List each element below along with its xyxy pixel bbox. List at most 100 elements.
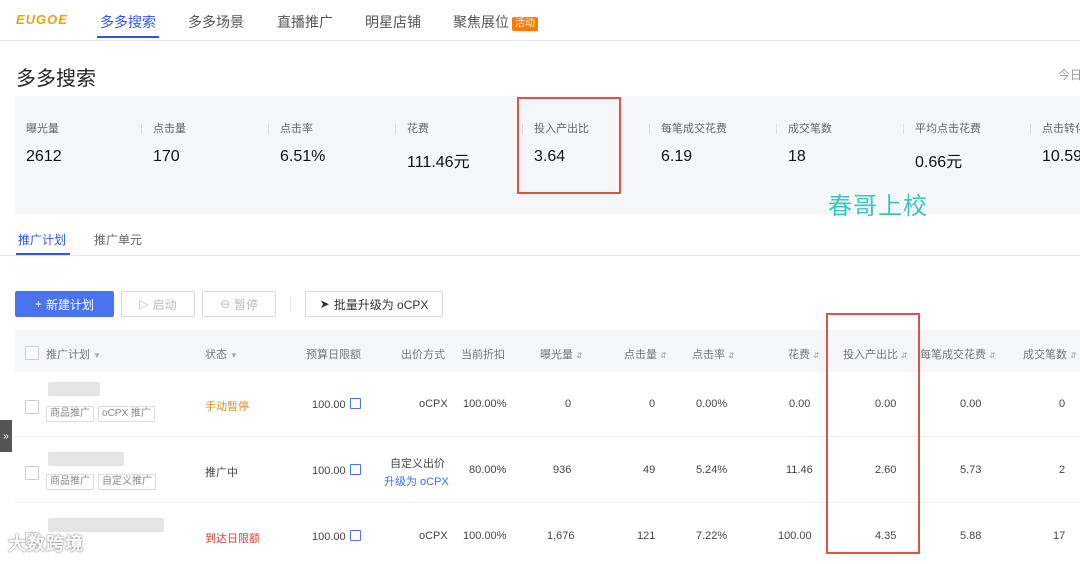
col-header-spend[interactable]: 花费 ⇵ xyxy=(788,346,820,362)
clicks: 121 xyxy=(637,530,656,542)
tag: 商品推广 xyxy=(46,406,94,422)
pause-label: 暂停 xyxy=(234,297,259,312)
budget-cell: 100.00 xyxy=(312,398,361,411)
edit-icon[interactable] xyxy=(349,398,361,409)
row-divider xyxy=(15,502,1080,503)
stat-spend: 花费 111.46元 xyxy=(407,120,470,172)
col-header-orders[interactable]: 成交笔数 ⇵ xyxy=(1023,346,1077,362)
col-header-budget: 预算日限额 xyxy=(306,349,361,361)
sort-icon[interactable]: ⇵ xyxy=(813,351,820,360)
discount: 100.00% xyxy=(463,530,507,542)
col-header-impressions[interactable]: 曝光量 ⇵ xyxy=(540,346,583,362)
filter-icon[interactable]: ▼ xyxy=(93,351,101,360)
divider xyxy=(1030,124,1031,134)
stat-label: 点击转化 xyxy=(1042,123,1080,135)
stat-value: 170 xyxy=(153,148,180,165)
budget-cell: 100.00 xyxy=(312,530,361,543)
stat-value: 6.19 xyxy=(661,148,693,165)
stat-value: 111.46元 xyxy=(407,154,470,171)
subtab-units[interactable]: 推广单元 xyxy=(94,231,142,248)
sort-icon[interactable]: ⇵ xyxy=(1070,351,1077,360)
plus-icon: + xyxy=(34,297,42,311)
batch-upgrade-ocpx-button[interactable]: ➤ 批量升级为 oCPX xyxy=(305,291,443,317)
cost-per-order: 5.73 xyxy=(960,464,982,476)
status-text: 到达日限额 xyxy=(205,533,260,545)
start-button[interactable]: ▷ 启动 xyxy=(121,291,195,317)
tag: 商品推广 xyxy=(46,474,94,490)
impressions: 1,676 xyxy=(547,530,575,542)
sort-icon[interactable]: ⇵ xyxy=(989,351,996,360)
status-text: 推广中 xyxy=(205,467,238,479)
budget-value: 100.00 xyxy=(312,465,346,477)
select-all-checkbox[interactable] xyxy=(25,346,39,360)
subtab-plans[interactable]: 推广计划 xyxy=(18,231,66,248)
new-plan-button[interactable]: + 新建计划 xyxy=(15,291,114,317)
budget-cell: 100.00 xyxy=(312,464,361,477)
nav-tab-duoduo-scene[interactable]: 多多场景 xyxy=(188,12,244,32)
batch-upgrade-label: 批量升级为 oCPX xyxy=(333,297,429,312)
stat-label: 成交笔数 xyxy=(788,123,832,135)
stat-value: 2612 xyxy=(26,148,62,165)
spend: 0.00 xyxy=(789,398,811,410)
divider xyxy=(141,124,142,134)
upgrade-ocpx-link[interactable]: 升级为 oCPX xyxy=(384,473,449,489)
impressions: 0 xyxy=(565,398,572,410)
stat-value: 18 xyxy=(788,148,806,165)
stat-value: 0.66元 xyxy=(915,154,963,171)
top-nav: EUGOE 多多搜索 多多场景 直播推广 明星店铺 聚焦展位 活动 xyxy=(0,0,1080,41)
filter-icon[interactable]: ▼ xyxy=(230,351,238,360)
stat-impressions: 曝光量 2612 xyxy=(26,120,62,166)
row-checkbox[interactable] xyxy=(25,400,39,414)
col-label: 点击量 xyxy=(624,349,657,361)
sort-icon[interactable]: ⇵ xyxy=(728,351,735,360)
col-label: 点击率 xyxy=(692,349,725,361)
row-checkbox[interactable] xyxy=(25,466,39,480)
col-header-status[interactable]: 状态 ▼ xyxy=(205,346,238,362)
stat-value: 10.59 xyxy=(1042,148,1080,165)
ctr: 0.00% xyxy=(696,398,728,410)
spend: 100.00 xyxy=(778,530,812,542)
play-icon: ▷ xyxy=(139,297,149,311)
sort-icon[interactable]: ⇵ xyxy=(576,351,583,360)
activity-badge: 活动 xyxy=(512,17,538,31)
edit-icon[interactable] xyxy=(349,464,361,475)
col-header-plan[interactable]: 推广计划 ▼ xyxy=(46,346,101,362)
bid-type: oCPX xyxy=(419,530,448,542)
ctr: 5.24% xyxy=(696,464,728,476)
col-header-clicks[interactable]: 点击量 ⇵ xyxy=(624,346,667,362)
new-plan-label: 新建计划 xyxy=(46,297,95,312)
tag: 自定义推广 xyxy=(98,474,156,490)
plan-name-blurred[interactable] xyxy=(48,452,124,466)
stat-click-conversion: 点击转化 10.59 xyxy=(1042,120,1080,166)
stat-label: 平均点击花费 xyxy=(915,123,981,135)
stat-cost-per-order: 每笔成交花费 6.19 xyxy=(661,120,727,166)
plan-name-blurred[interactable] xyxy=(48,382,100,396)
watermark-text: 春哥上校 xyxy=(828,193,928,220)
col-label: 曝光量 xyxy=(540,349,573,361)
nav-tab-duoduo-search[interactable]: 多多搜索 xyxy=(100,12,156,32)
divider xyxy=(395,124,396,134)
cost-per-order: 0.00 xyxy=(960,398,982,410)
nav-tab-star-shop[interactable]: 明星店铺 xyxy=(365,12,421,32)
stat-ctr: 点击率 6.51% xyxy=(280,120,325,166)
sidebar-expand-button[interactable]: » xyxy=(0,420,12,452)
col-header-ctr[interactable]: 点击率 ⇵ xyxy=(692,346,735,362)
col-header-cost-per-order[interactable]: 每笔成交花费 ⇵ xyxy=(920,346,996,362)
stat-clicks: 点击量 170 xyxy=(153,120,186,166)
nav-tab-focus-booth[interactable]: 聚焦展位 活动 xyxy=(453,12,538,32)
double-chevron-right-icon: » xyxy=(3,430,9,442)
subtab-active-indicator xyxy=(16,253,70,255)
col-label: 每笔成交花费 xyxy=(920,349,986,361)
ctr: 7.22% xyxy=(696,530,728,542)
edit-icon[interactable] xyxy=(349,530,361,541)
date-range-picker[interactable]: 今日 xyxy=(1058,66,1080,83)
orders: 17 xyxy=(1053,530,1066,542)
footer-watermark: 大数跨境 xyxy=(8,534,84,554)
pause-button[interactable]: ⊖ 暂停 xyxy=(202,291,276,317)
nav-tab-live-promo[interactable]: 直播推广 xyxy=(277,12,333,32)
sort-icon[interactable]: ⇵ xyxy=(660,351,667,360)
impressions: 936 xyxy=(553,464,572,476)
col-header-discount: 当前折扣 xyxy=(461,349,505,361)
highlight-roi-stat xyxy=(517,97,621,194)
active-tab-indicator xyxy=(97,36,159,38)
